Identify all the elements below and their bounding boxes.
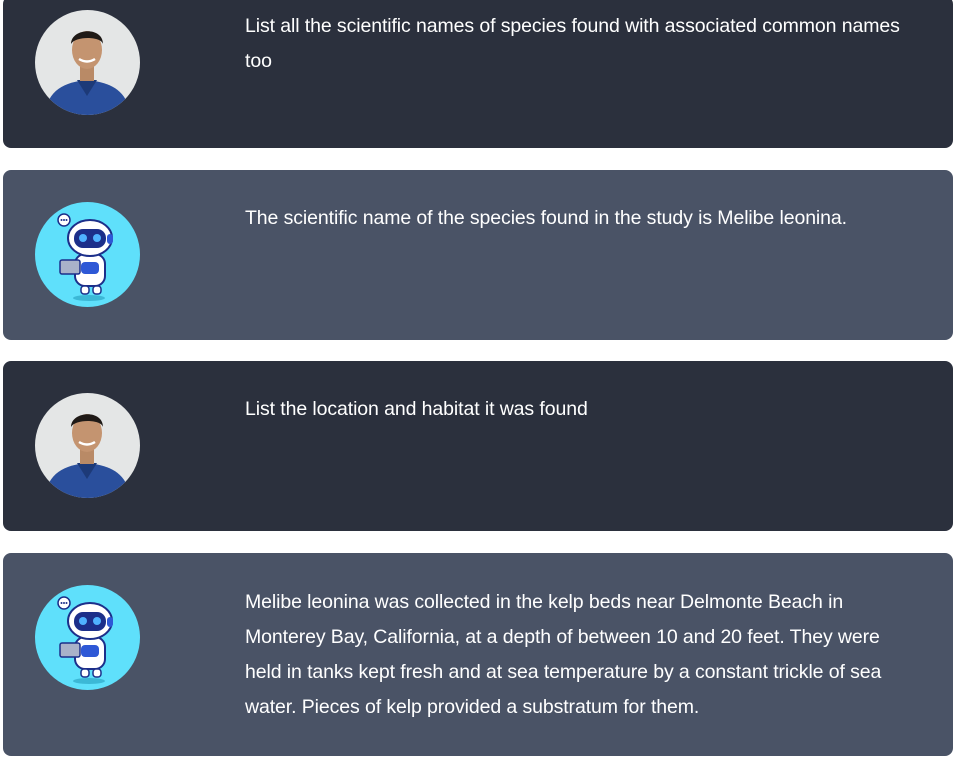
user-avatar bbox=[35, 393, 140, 498]
chat-message-assistant: Melibe leonina was collected in the kelp… bbox=[3, 553, 953, 756]
chat-message-assistant: The scientific name of the species found… bbox=[3, 170, 953, 340]
user-photo-icon bbox=[35, 393, 140, 498]
chat-history: List all the scientific names of species… bbox=[0, 0, 962, 761]
message-text: The scientific name of the species found… bbox=[245, 207, 847, 229]
user-photo-icon bbox=[35, 10, 140, 115]
message-text: List all the scientific names of species… bbox=[245, 15, 900, 72]
assistant-avatar bbox=[35, 202, 140, 307]
robot-icon bbox=[35, 585, 140, 690]
chat-message-user: List the location and habitat it was fou… bbox=[3, 361, 953, 531]
message-text: Melibe leonina was collected in the kelp… bbox=[245, 591, 882, 718]
user-avatar bbox=[35, 10, 140, 115]
robot-icon bbox=[35, 202, 140, 307]
assistant-avatar bbox=[35, 585, 140, 690]
message-text: List the location and habitat it was fou… bbox=[245, 398, 588, 420]
chat-message-user: List all the scientific names of species… bbox=[3, 0, 953, 148]
